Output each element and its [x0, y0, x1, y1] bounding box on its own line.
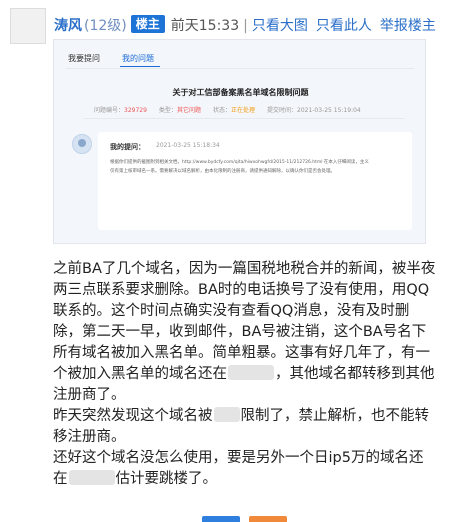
- text: 之前BA了几个域名，因为一篇国税地税合并的新闻，被半夜两三点联系要求删除。BA时…: [53, 261, 436, 382]
- status-label: 状态：: [212, 107, 231, 114]
- post-content: 之前BA了几个域名，因为一篇国税地税合并的新闻，被半夜两三点联系要求删除。BA时…: [53, 259, 437, 490]
- post-header: 涛风 (12级) 楼主 前天15:33 | 只看大图 只看此人 举报楼主: [54, 13, 451, 39]
- floor-label: 楼主: [407, 18, 436, 34]
- active-tab-indicator: [120, 66, 160, 67]
- attached-screenshot[interactable]: 我要提问 我的问题 关于对工信部备案黑名单域名限制问题 问题编号：329729 类型…: [53, 39, 426, 244]
- submit-value: 2021-03-25 15:19:04: [297, 107, 361, 114]
- tab-my-questions: 我的问题: [122, 54, 154, 63]
- id-value: 329729: [124, 107, 147, 114]
- user-level: (12级): [84, 18, 127, 34]
- redacted-blur: [228, 365, 274, 380]
- separator: |: [243, 18, 248, 34]
- action-button-orange[interactable]: [249, 516, 287, 522]
- paragraph: 还好这个域名没怎么使用，要是另外一个日ip5万的域名还在 估计要跳楼了。: [53, 448, 437, 490]
- tab-ask-question: 我要提问: [68, 54, 100, 63]
- divider: [66, 68, 414, 69]
- ticket-title: 关于对工信部备案黑名单域名限制问题: [172, 88, 309, 97]
- username-link[interactable]: 涛风: [54, 18, 82, 34]
- only-large-images-link[interactable]: 只看大图: [252, 18, 308, 34]
- type-label: 类型：: [158, 107, 177, 114]
- divider: [84, 118, 404, 119]
- action-button-blue[interactable]: [202, 516, 240, 522]
- redacted-blur: [213, 407, 240, 422]
- ticket-meta: 问题编号：329729 类型：其它问题 状态：正在处理 提交时间：2021-03-25…: [94, 105, 361, 114]
- owner-badge: 楼主: [130, 15, 165, 33]
- id-label: 问题编号：: [94, 107, 125, 114]
- question-body: 根据你们提供的截图附到相关文档，http://www.bydcfy.com/qi…: [110, 160, 369, 174]
- user-avatar[interactable]: [10, 8, 46, 44]
- redacted-blur: [68, 470, 115, 485]
- post-time: 前天15:33: [170, 18, 240, 34]
- paragraph: 昨天突然发现这个域名被 限制了，禁止解析，也不能转移注册商。: [53, 406, 437, 448]
- type-value: 其它问题: [176, 107, 201, 114]
- screenshot-tabs: 我要提问 我的问题: [68, 53, 176, 64]
- question-card: 我的提问： 2021-03-25 15:18:34 根据你们提供的截图附到相关文…: [98, 132, 412, 230]
- text: 估计要跳楼了。: [115, 471, 218, 487]
- question-time: 2021-03-25 15:18:34: [156, 142, 220, 149]
- status-value: 正在处理: [230, 107, 255, 114]
- only-this-user-link[interactable]: 只看此人: [316, 18, 372, 34]
- paragraph: 之前BA了几个域名，因为一篇国税地税合并的新闻，被半夜两三点联系要求删除。BA时…: [53, 259, 437, 406]
- questioner-avatar-icon: [72, 134, 92, 154]
- text: 昨天突然发现这个域名被: [53, 408, 213, 424]
- report-link[interactable]: 举报: [380, 18, 408, 34]
- question-label: 我的提问：: [110, 143, 145, 151]
- submit-label: 提交时间：: [266, 107, 297, 114]
